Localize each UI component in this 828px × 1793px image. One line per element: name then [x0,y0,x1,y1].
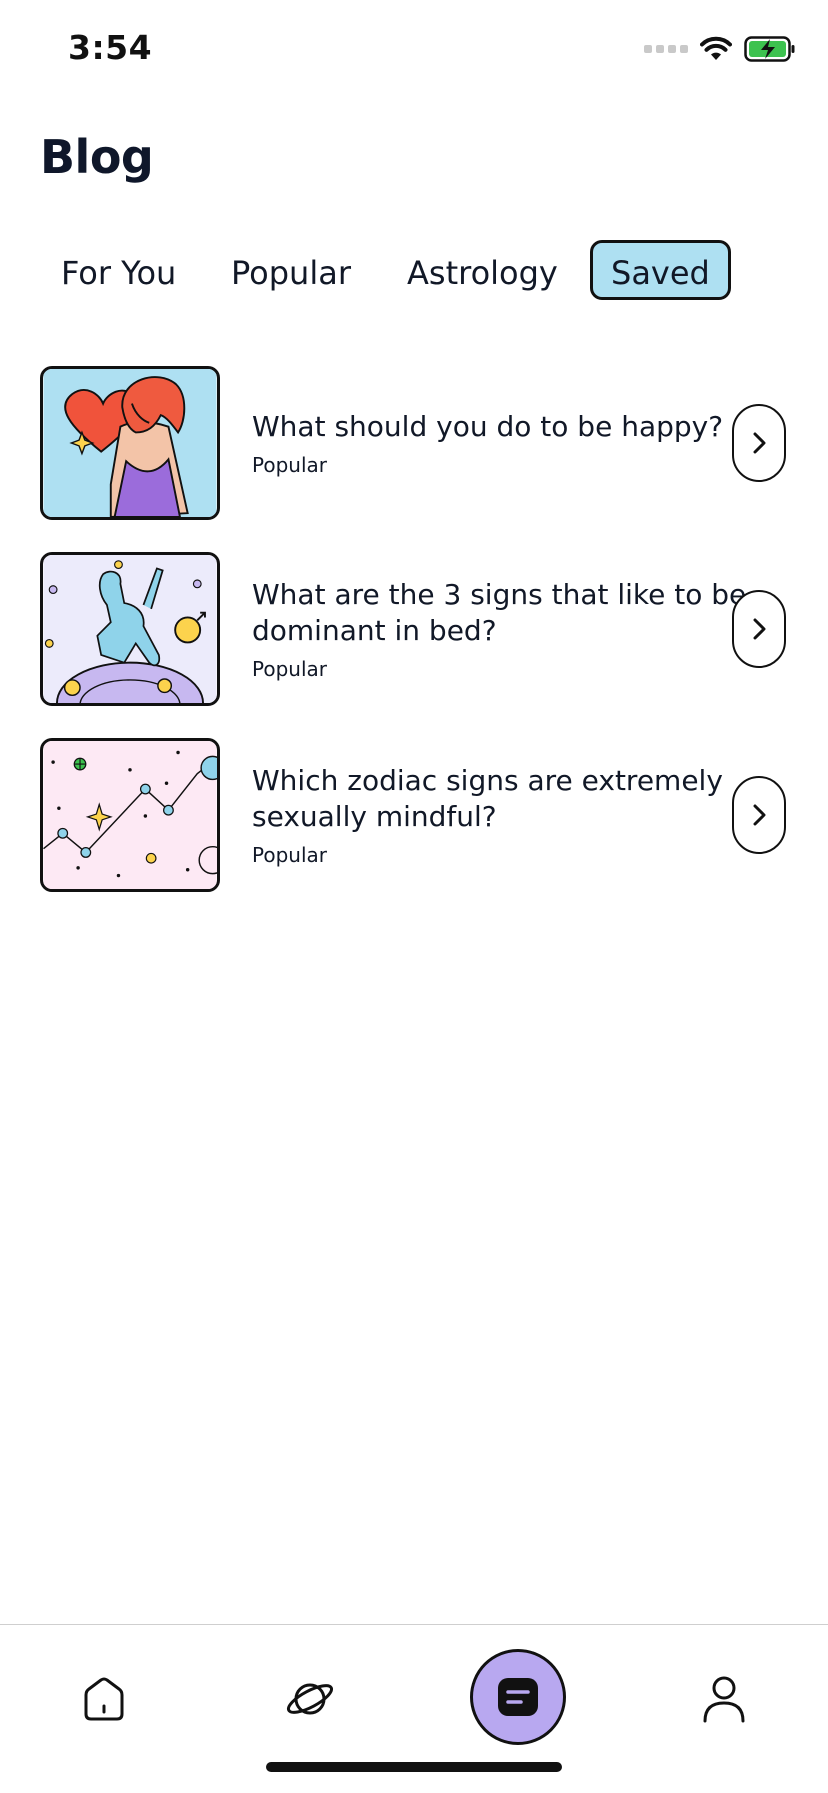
article-thumbnail [40,366,220,520]
chevron-right-icon [753,618,766,640]
planet-icon [286,1683,334,1715]
profile-icon [703,1676,745,1723]
article-tag: Popular [252,843,327,867]
article-title[interactable]: Which zodiac signs are extremely sexuall… [252,763,772,835]
wifi-icon [700,36,732,60]
nav-profile-button[interactable] [696,1671,752,1727]
signal-icon [644,45,688,53]
tab-saved[interactable]: Saved [590,240,731,300]
article-item[interactable]: Which zodiac signs are extremely sexuall… [40,738,800,892]
article-thumbnail [40,552,220,706]
constellation-illustration [43,741,217,889]
tab-astrology[interactable]: Astrology [386,240,579,300]
article-title[interactable]: What should you do to be happy? [252,409,772,445]
chevron-right-icon [753,432,766,454]
blog-icon [498,1678,538,1716]
woman-heart-illustration [43,369,217,517]
article-item[interactable]: What are the 3 signs that like to be dom… [40,552,800,706]
battery-charging-icon [744,36,795,62]
status-bar: 3:54 [0,0,828,100]
tab-for-you[interactable]: For You [40,240,197,300]
chevron-right-icon [753,804,766,826]
zodiac-figure-illustration [43,555,217,703]
home-indicator[interactable] [266,1762,562,1772]
page-title: Blog [40,130,154,184]
article-title[interactable]: What are the 3 signs that like to be dom… [252,577,772,649]
open-article-button[interactable] [732,776,786,854]
status-icons [644,34,796,64]
article-item[interactable]: What should you do to be happy? Popular [40,366,800,520]
nav-blog-button[interactable] [470,1649,566,1745]
status-time: 3:54 [68,28,153,67]
home-icon [84,1677,124,1721]
tab-popular[interactable]: Popular [210,240,372,300]
article-tag: Popular [252,453,327,477]
open-article-button[interactable] [732,404,786,482]
article-thumbnail [40,738,220,892]
category-tabs: For You Popular Astrology Saved [40,240,800,304]
nav-home-button[interactable] [76,1671,132,1727]
article-tag: Popular [252,657,327,681]
nav-explore-button[interactable] [282,1671,338,1727]
open-article-button[interactable] [732,590,786,668]
